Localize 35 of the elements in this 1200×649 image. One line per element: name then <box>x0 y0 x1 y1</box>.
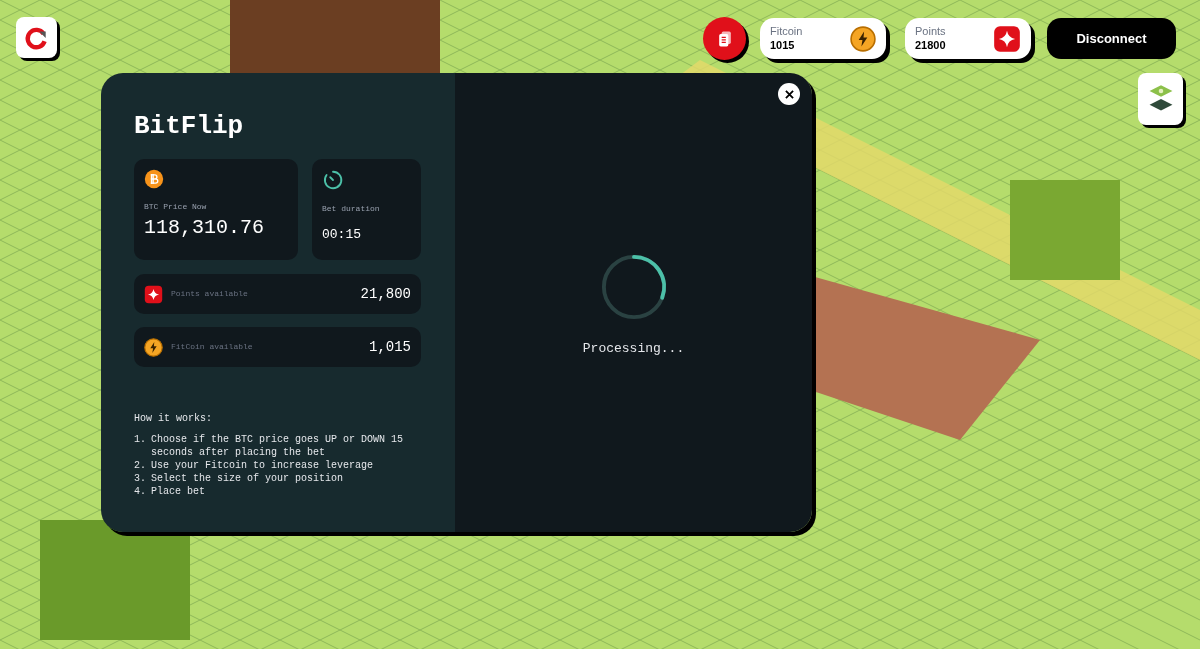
balance-value: 21,800 <box>360 284 411 304</box>
map-layers-button[interactable] <box>1138 73 1183 125</box>
points-label: Points <box>915 24 946 39</box>
processing-status: Processing... <box>582 340 685 358</box>
how-it-works-heading: How it works: <box>134 412 213 426</box>
sparkle-icon <box>993 24 1021 53</box>
lightning-coin-icon <box>144 337 163 357</box>
step-text: Place bet <box>151 485 205 498</box>
lightning-coin-icon <box>850 25 876 52</box>
bet-duration-label: Bet duration <box>322 203 381 215</box>
points-value: 21800 <box>915 38 946 53</box>
btc-price-value: 118,310.76 <box>144 215 266 240</box>
bitcoin-icon <box>144 169 164 189</box>
step-text: Choose if the BTC price goes UP or DOWN 15 seconds after placing the bet <box>151 433 405 459</box>
step-number: 3. <box>134 472 147 485</box>
balance-value: 1,015 <box>369 337 411 357</box>
timer-icon <box>322 169 344 191</box>
balance-label: Points available <box>171 288 248 300</box>
fitcoin-value: 1015 <box>770 38 796 53</box>
close-icon <box>784 89 794 99</box>
btc-price-label: BTC Price Now <box>144 201 208 213</box>
balance-label: FitCoin available <box>171 341 253 353</box>
disconnect-button[interactable]: Disconnect <box>1047 18 1176 59</box>
loading-spinner-icon <box>599 253 668 321</box>
step-text: Select the size of your position <box>151 472 344 485</box>
close-button[interactable] <box>778 83 800 105</box>
fitcoin-label: Fitcoin <box>770 24 803 39</box>
bet-duration-value: 00:15 <box>322 226 362 244</box>
step-number: 2. <box>134 459 147 472</box>
step-number: 4. <box>134 485 147 498</box>
logo-button[interactable] <box>16 17 57 58</box>
dialog-title: BitFlip <box>134 113 245 139</box>
step-text: Use your Fitcoin to increase leverage <box>151 459 374 472</box>
sparkle-icon <box>144 284 163 304</box>
step-number: 1. <box>134 433 147 447</box>
